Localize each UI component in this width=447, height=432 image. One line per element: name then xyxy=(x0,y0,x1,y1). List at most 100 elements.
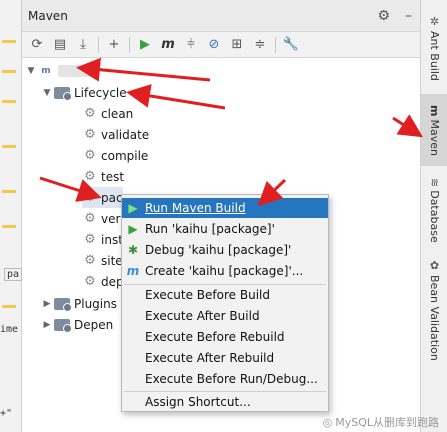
chevron-down-icon[interactable]: ▼ xyxy=(24,66,38,76)
hide-icon[interactable]: – xyxy=(405,8,412,24)
gear-icon[interactable]: ⚙ xyxy=(377,8,390,24)
gear-icon: ⚙ xyxy=(84,190,96,205)
tab-label: ✲Ant Build xyxy=(428,15,441,81)
goal-label: ver xyxy=(101,211,121,226)
gutter-marker xyxy=(2,100,16,103)
goal-label: inst xyxy=(101,232,123,247)
gear-icon: ⚙ xyxy=(84,274,96,289)
tree-row-project[interactable]: ▼ m xyxy=(24,60,98,81)
maven-m-icon: m xyxy=(126,264,140,278)
menu-item-assign-shortcut[interactable]: Assign Shortcut... xyxy=(122,392,328,412)
tab-maven[interactable]: mMaven xyxy=(421,94,447,166)
reload-icon[interactable]: ⟳ xyxy=(26,34,48,56)
skip-tests-icon[interactable]: ⊘ xyxy=(203,34,225,56)
chevron-right-icon[interactable]: ▶ xyxy=(40,299,54,309)
tab-bean-validation[interactable]: ✿Bean Validation xyxy=(421,254,447,366)
tab-label: ≋Database xyxy=(428,177,441,243)
tab-label: ✿Bean Validation xyxy=(428,259,441,361)
maven-toolbar: ⟳ ▤ ⤓ + ▶ m ⫩ ⊘ ⊞ ≑ 🔧 xyxy=(22,32,420,58)
gutter-marker xyxy=(2,40,16,43)
generate-sources-icon[interactable]: ▤ xyxy=(49,34,71,56)
toggle-offline-icon[interactable]: ⫩ xyxy=(180,34,202,56)
goal-label: clean xyxy=(101,106,134,121)
menu-item-run-maven-build[interactable]: ▶ Run Maven Build xyxy=(122,198,328,218)
menu-item-execute-before-build[interactable]: Execute Before Build xyxy=(122,285,328,305)
chevron-right-icon[interactable]: ▶ xyxy=(40,320,54,330)
menu-item-debug-package[interactable]: ✱ Debug 'kaihu [package]' xyxy=(122,240,328,260)
folder-dependencies-icon xyxy=(54,318,72,333)
goal-label: pac xyxy=(101,190,123,205)
menu-item-execute-before-rebuild[interactable]: Execute Before Rebuild xyxy=(122,327,328,347)
dependencies-label: Depen xyxy=(74,317,114,332)
tab-database[interactable]: ≋Database xyxy=(421,172,447,248)
tree-row-goal[interactable]: ⚙ ver xyxy=(82,208,120,229)
tree-row-goal[interactable]: ⚙ inst xyxy=(82,229,123,250)
gear-icon: ⚙ xyxy=(84,169,96,184)
gear-icon: ⚙ xyxy=(84,253,96,268)
toolbar-separator xyxy=(275,36,276,53)
bean-validation-icon: ✿ xyxy=(428,259,441,273)
wechat-icon: ◎ xyxy=(322,415,333,429)
toolbar-separator xyxy=(129,36,130,53)
tree-row-goal-selected[interactable]: ⚙ pac xyxy=(82,187,123,208)
goal-label: compile xyxy=(101,148,149,163)
tree-row-goal[interactable]: ⚙ compile xyxy=(82,145,148,166)
goal-label: validate xyxy=(101,127,150,142)
maven-tool-window-header: Maven ⚙ – xyxy=(22,0,420,32)
folder-gear-icon xyxy=(54,86,72,101)
gutter-marker xyxy=(2,225,16,228)
execute-goal-icon[interactable]: m xyxy=(157,34,179,56)
context-menu: ▶ Run Maven Build ▶ Run 'kaihu [package]… xyxy=(121,194,329,412)
gear-icon: ⚙ xyxy=(84,148,96,163)
goal-label: test xyxy=(101,169,125,184)
gear-icon: ⚙ xyxy=(84,211,96,226)
lifecycle-label: Lifecycle xyxy=(74,85,127,100)
menu-item-run-package[interactable]: ▶ Run 'kaihu [package]' xyxy=(122,219,328,239)
menu-item-execute-after-build[interactable]: Execute After Build xyxy=(122,306,328,326)
gutter-marker xyxy=(2,305,16,308)
goal-label: site xyxy=(101,253,123,268)
menu-item-execute-before-run-debug[interactable]: Execute Before Run/Debug... xyxy=(122,369,328,389)
tool-window-title: Maven xyxy=(28,8,68,23)
tree-row-goal[interactable]: ⚙ dep xyxy=(82,271,123,292)
gutter-marker xyxy=(2,70,16,73)
ant-icon: ✲ xyxy=(428,15,441,29)
tree-row-dependencies[interactable]: ▶ Depen xyxy=(40,314,113,335)
editor-fragment: pa xyxy=(4,268,23,281)
plugins-label: Plugins xyxy=(74,296,117,311)
collapse-all-icon[interactable]: ≑ xyxy=(249,34,271,56)
settings-wrench-icon[interactable]: 🔧 xyxy=(280,34,302,56)
tab-label: mMaven xyxy=(428,104,441,156)
tree-row-goal[interactable]: ⚙ validate xyxy=(82,124,149,145)
redacted-project-name xyxy=(58,64,98,77)
toolbar-separator xyxy=(98,36,99,53)
maven-m-icon: m xyxy=(428,104,441,116)
gear-icon: ⚙ xyxy=(84,232,96,247)
tree-row-goal[interactable]: ⚙ test xyxy=(82,166,124,187)
watermark: ◎ MySQL从删库到跑路 xyxy=(322,415,439,430)
download-icon[interactable]: ⤓ xyxy=(72,34,94,56)
maven-project-icon: m xyxy=(41,65,51,76)
add-icon[interactable]: + xyxy=(103,34,125,56)
editor-fragment: +" xyxy=(0,408,13,419)
gear-icon: ⚙ xyxy=(84,127,96,142)
gutter-marker xyxy=(2,145,16,148)
show-dependencies-icon[interactable]: ⊞ xyxy=(226,34,248,56)
menu-item-create-package[interactable]: m Create 'kaihu [package]'... xyxy=(122,261,328,281)
right-tool-stripe: ✲Ant Build mMaven ≋Database ✿Bean Valida… xyxy=(420,0,447,432)
gear-icon: ⚙ xyxy=(84,106,96,121)
run-icon: ▶ xyxy=(128,222,138,236)
tree-row-plugins[interactable]: ▶ Plugins xyxy=(40,293,117,314)
menu-item-execute-after-rebuild[interactable]: Execute After Rebuild xyxy=(122,348,328,368)
tab-ant-build[interactable]: ✲Ant Build xyxy=(421,8,447,88)
gutter-marker xyxy=(2,190,16,193)
tree-row-goal[interactable]: ⚙ clean xyxy=(82,103,133,124)
editor-gutter-strip: pa ime ( +" xyxy=(0,0,30,432)
chevron-down-icon[interactable]: ▼ xyxy=(40,88,54,98)
tree-row-lifecycle[interactable]: ▼ Lifecycle xyxy=(40,82,127,103)
run-icon: ▶ xyxy=(128,201,138,215)
run-icon[interactable]: ▶ xyxy=(134,34,156,56)
tree-row-goal[interactable]: ⚙ site xyxy=(82,250,123,271)
folder-plugins-icon xyxy=(54,297,72,312)
database-icon: ≋ xyxy=(428,177,441,187)
